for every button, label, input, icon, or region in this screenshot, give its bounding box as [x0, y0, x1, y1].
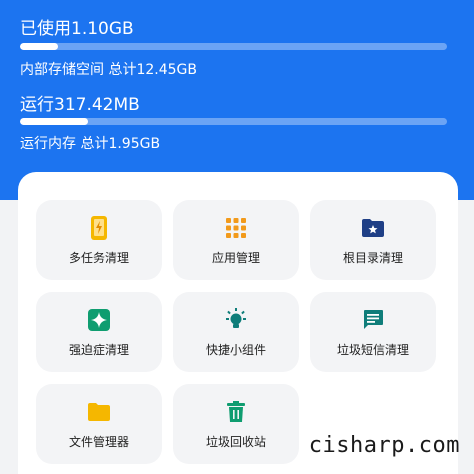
apps-grid-icon — [223, 215, 249, 241]
tool-label: 根目录清理 — [342, 250, 403, 265]
tool-label: 多任务清理 — [68, 250, 129, 265]
folder-icon — [86, 399, 112, 425]
tool-label: 强迫症清理 — [68, 342, 129, 357]
tool-spam-sms-clean[interactable]: 垃圾短信清理 — [310, 292, 436, 372]
memory-progress-bar — [20, 118, 447, 125]
storage-used-value: 已使用1.10GB — [20, 19, 134, 39]
tool-shortcut-widget[interactable]: 快捷小组件 — [173, 292, 299, 372]
tool-label: 文件管理器 — [68, 434, 129, 449]
storage-total-label: 内部存储空间 总计12.45GB — [20, 62, 197, 78]
storage-progress-bar — [20, 43, 447, 50]
message-icon — [360, 307, 386, 333]
memory-total-label: 运行内存 总计1.95GB — [20, 136, 161, 152]
tools-card: 多任务清理 应用管理 根目录清理 强迫症清理 快捷小组件 垃圾短信清理 文件管理… — [18, 172, 458, 474]
tool-root-clean[interactable]: 根目录清理 — [310, 200, 436, 280]
sparkle-icon — [86, 307, 112, 333]
tool-label: 快捷小组件 — [205, 342, 266, 357]
memory-used-value: 运行317.42MB — [20, 95, 140, 115]
tools-grid: 多任务清理 应用管理 根目录清理 强迫症清理 快捷小组件 垃圾短信清理 文件管理… — [36, 200, 436, 464]
tool-file-manager[interactable]: 文件管理器 — [36, 384, 162, 464]
storage-progress-fill — [20, 43, 59, 50]
watermark: cisharp.com — [308, 433, 460, 458]
tool-label: 垃圾回收站 — [205, 434, 266, 449]
storage-header: 已使用1.10GB 内部存储空间 总计12.45GB 运行317.42MB 运行… — [0, 0, 474, 200]
tool-label: 应用管理 — [211, 250, 260, 265]
trash-icon — [223, 399, 249, 425]
phone-charging-icon — [86, 215, 112, 241]
lightbulb-icon — [223, 307, 249, 333]
tool-app-manager[interactable]: 应用管理 — [173, 200, 299, 280]
tool-ocd-clean[interactable]: 强迫症清理 — [36, 292, 162, 372]
tool-label: 垃圾短信清理 — [336, 342, 409, 357]
tool-recycle-bin[interactable]: 垃圾回收站 — [173, 384, 299, 464]
memory-progress-fill — [20, 118, 89, 125]
tool-multitask-clean[interactable]: 多任务清理 — [36, 200, 162, 280]
folder-star-icon — [360, 215, 386, 241]
